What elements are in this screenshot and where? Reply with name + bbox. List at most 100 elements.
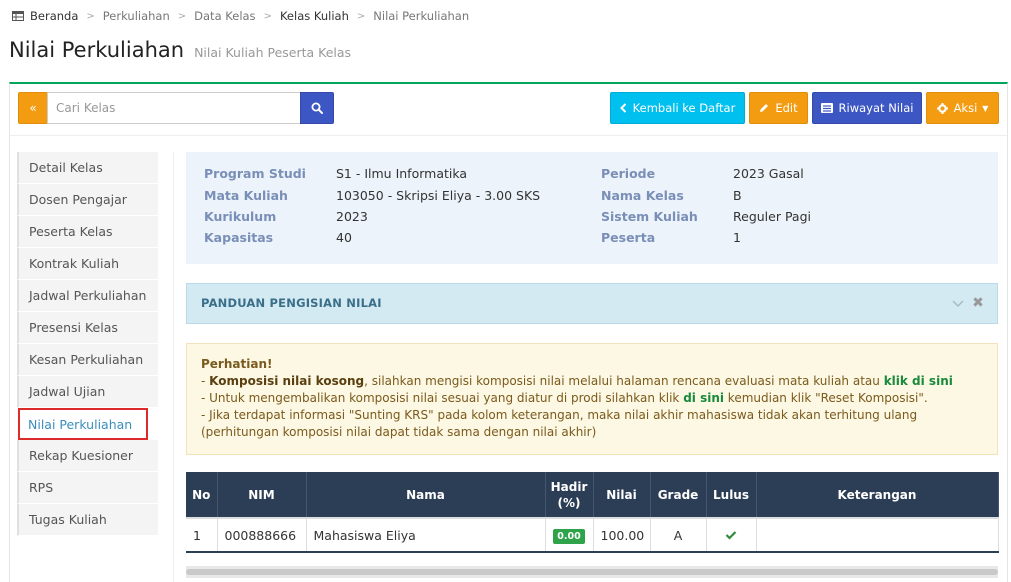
sidebar-item-label: Peserta Kelas [29,224,113,239]
class-info-panel: Program Studi S1 - Ilmu Informatika Mata… [186,152,998,264]
sidebar-item-label: Tugas Kuliah [29,512,107,527]
hadir-badge: 0.00 [553,528,585,544]
sidebar-item-label: Jadwal Ujian [29,384,106,399]
sidebar-item-rps[interactable]: RPS [17,472,158,504]
toolbar: « Kembali ke Daftar Edit Riwayat Ni [10,84,1007,136]
cell-lulus [706,518,757,553]
sidebar-item-presensi-kelas[interactable]: Presensi Kelas [17,312,158,344]
chevron-left-icon [619,103,627,113]
kapasitas-value: 40 [336,230,352,245]
alert-line-2: - Untuk mengembalikan komposisi nilai se… [201,390,983,407]
sidebar-item-label: Kontrak Kuliah [29,256,120,271]
cell-keterangan [756,518,999,553]
sidebar-item-label: Jadwal Perkuliahan [29,288,147,303]
caret-down-icon: ▼ [982,103,989,113]
scrollbar-thumb[interactable] [186,569,998,575]
table-icon [12,11,24,21]
sistem-kuliah-value: Reguler Pagi [733,209,811,224]
column-header-nim: NIM [217,472,307,518]
search-icon [311,102,323,114]
breadcrumb-item-kelas-kuliah[interactable]: Kelas Kuliah [280,9,349,23]
sidebar-item-nilai-perkuliahan[interactable]: Nilai Perkuliahan [18,408,148,440]
sidebar-item-peserta-kelas[interactable]: Peserta Kelas [17,216,158,248]
breadcrumb-separator: > [263,10,272,22]
page-title: Nilai Perkuliahan [9,38,185,62]
breadcrumb-separator: > [177,10,187,22]
guide-title: PANDUAN PENGISIAN NILAI [201,296,382,310]
breadcrumb-separator: > [356,10,366,22]
cell-hadir: 0.00 [545,518,594,553]
periode-label: Periode [601,166,656,181]
cell-grade: A [650,518,707,553]
sidebar-item-label: Detail Kelas [29,160,103,175]
click-here-link[interactable]: klik di sini [884,374,953,388]
hadir-unit: (%) [557,495,581,510]
alert-line-2-suffix: kemudian klik "Reset Komposisi". [723,391,928,405]
column-header-no: No [186,472,218,518]
cell-nilai: 100.00 [593,518,651,553]
close-icon[interactable]: ✖ [971,295,985,311]
peserta-value: 1 [733,230,741,245]
gear-icon [936,102,948,114]
sidebar-item-label: Kesan Perkuliahan [29,352,144,367]
kurikulum-value: 2023 [336,209,368,224]
alert-title: Perhatian! [201,357,273,371]
breadcrumb-home[interactable]: Beranda [12,9,78,23]
horizontal-scrollbar[interactable] [186,566,998,578]
alert-line-3: - Jika terdapat informasi "Sunting KRS" … [201,408,918,439]
alert-line-1: - Komposisi nilai kosong, silahkan mengi… [201,373,983,390]
sidebar-item-rekap-kuesioner[interactable]: Rekap Kuesioner [17,440,158,472]
column-header-grade: Grade [650,472,707,518]
double-chevron-left-icon: « [29,101,37,115]
sidebar-item-kontrak-kuliah[interactable]: Kontrak Kuliah [17,248,158,280]
sidebar-item-detail-kelas[interactable]: Detail Kelas [17,152,158,184]
kapasitas-label: Kapasitas [204,230,274,245]
cell-nama: Mahasiswa Eliya [306,518,546,553]
sidebar-item-jadwal-ujian[interactable]: Jadwal Ujian [17,376,158,408]
sidebar-item-label: Nilai Perkuliahan [28,416,133,432]
sidebar-item-tugas-kuliah[interactable]: Tugas Kuliah [17,504,158,536]
chevron-down-icon[interactable] [951,296,965,310]
column-header-nilai: Nilai [593,472,651,518]
reset-here-link[interactable]: di sini [683,391,724,405]
collapse-sidebar-button[interactable]: « [18,92,48,124]
alert-line-1-text: , silahkan mengisi komposisi nilai melal… [364,374,884,388]
sidebar-item-jadwal-perkuliahan[interactable]: Jadwal Perkuliahan [17,280,158,312]
breadcrumb-item-beranda[interactable]: Beranda [30,9,78,23]
sistem-kuliah-label: Sistem Kuliah [601,209,698,224]
breadcrumb: Beranda > Perkuliahan > Data Kelas > Kel… [12,8,469,24]
action-dropdown-button[interactable]: Aksi ▼ [926,92,999,124]
breadcrumb-item-current: Nilai Perkuliahan [373,9,470,23]
sidebar-item-kesan-perkuliahan[interactable]: Kesan Perkuliahan [17,344,158,376]
nama-kelas-value: B [733,188,742,203]
edit-label: Edit [775,101,798,115]
grades-table: No NIM Nama Hadir (%) Nilai Grade Lulus K… [186,472,999,553]
sidebar-item-label: Rekap Kuesioner [29,448,133,463]
edit-button[interactable]: Edit [749,92,808,124]
breadcrumb-item-perkuliahan[interactable]: Perkuliahan [103,9,170,23]
kurikulum-label: Kurikulum [204,209,277,224]
peserta-label: Peserta [601,230,656,245]
alert-empty-composition: Komposisi nilai kosong [209,374,365,388]
pencil-icon [759,103,769,113]
content-divider [173,152,174,582]
page-subtitle: Nilai Kuliah Peserta Kelas [194,45,352,60]
back-to-list-button[interactable]: Kembali ke Daftar [610,92,745,124]
grade-history-button[interactable]: Riwayat Nilai [812,92,922,124]
column-header-hadir: Hadir (%) [545,472,594,518]
alert-line-2-text: - Untuk mengembalikan komposisi nilai se… [201,391,684,405]
search-button[interactable] [300,92,334,124]
hadir-label: Hadir [550,479,588,494]
table-row: 1 000888666 Mahasiswa Eliya 0.00 100.00 … [186,518,999,553]
program-studi-value: S1 - Ilmu Informatika [336,166,468,181]
sidebar-item-dosen-pengajar[interactable]: Dosen Pengajar [17,184,158,216]
grading-guide-panel[interactable]: PANDUAN PENGISIAN NILAI ✖ [186,283,998,324]
sidebar-item-label: Dosen Pengajar [29,192,127,207]
breadcrumb-separator: > [86,10,95,22]
sidebar-item-label: Presensi Kelas [29,320,118,335]
grade-history-label: Riwayat Nilai [838,101,914,115]
periode-value: 2023 Gasal [733,166,804,181]
breadcrumb-item-data-kelas[interactable]: Data Kelas [194,9,255,23]
search-input[interactable] [47,92,301,124]
warning-alert: Perhatian! - Komposisi nilai kosong, sil… [186,343,998,455]
